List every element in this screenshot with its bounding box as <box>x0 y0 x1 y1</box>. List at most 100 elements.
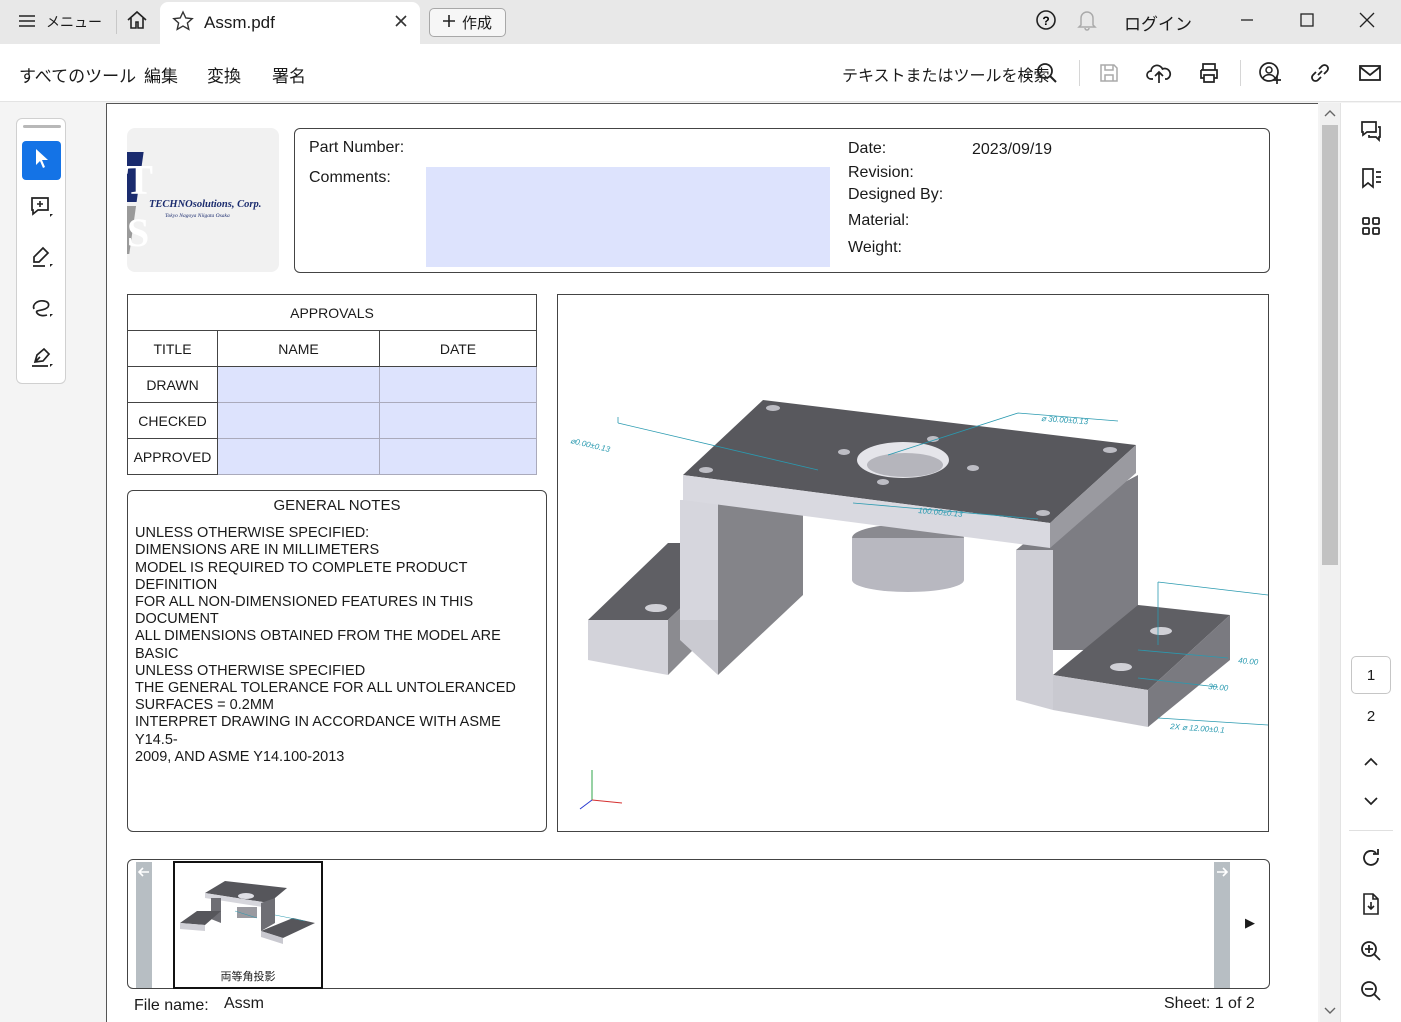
bookmark-list-icon <box>1359 166 1383 195</box>
notes-title: GENERAL NOTES <box>273 497 401 514</box>
drag-handle[interactable] <box>23 125 61 128</box>
divider <box>1079 60 1080 86</box>
help-button[interactable]: ? <box>1032 0 1060 44</box>
logo-letter-s: S <box>127 210 149 255</box>
date-label: Date: <box>848 140 887 157</box>
minimize-button[interactable] <box>1217 0 1277 44</box>
sheet-number: Sheet: 1 of 2 <box>1164 995 1255 1012</box>
scroll-up-icon[interactable] <box>1320 107 1340 121</box>
view-thumbnail[interactable]: 両等角投影 <box>173 861 323 989</box>
zoom-out-button[interactable] <box>1355 977 1387 1009</box>
previous-page-button[interactable] <box>1355 748 1387 780</box>
cursor-arrow-icon <box>33 147 51 174</box>
select-tool-button[interactable] <box>22 141 61 180</box>
draw-tool-button[interactable] <box>22 291 61 330</box>
table-row: CHECKED <box>127 402 537 439</box>
print-icon[interactable] <box>1194 58 1224 88</box>
thumbnails-panel-button[interactable] <box>1355 212 1387 244</box>
next-page-button[interactable] <box>1355 787 1387 819</box>
table-row: APPROVED <box>127 438 537 475</box>
zoom-out-icon <box>1359 979 1383 1008</box>
logo-letter-t: T <box>127 158 153 204</box>
star-icon[interactable] <box>172 9 194 37</box>
menu-all-tools[interactable]: すべてのツール <box>19 62 136 87</box>
checked-date-field[interactable] <box>379 402 537 439</box>
hamburger-icon <box>18 14 36 31</box>
3d-model-drawing: ⌀ 30.00±0.13 ⌀0.00±0.13 100.00±0.13 40.0… <box>570 400 1269 810</box>
menu-label: メニュー <box>46 14 102 30</box>
cloud-upload-icon[interactable] <box>1144 58 1174 88</box>
document-tab[interactable]: Assm.pdf <box>160 2 420 44</box>
designed-by-label: Designed By: <box>848 186 944 203</box>
drawn-name-field[interactable] <box>217 366 380 403</box>
title-block: Part Number: Comments: Date: 2023/09/19 … <box>294 128 1270 273</box>
dimension-label: ⌀ 30.00±0.13 <box>1041 414 1089 426</box>
3d-model-view[interactable]: ⌀ 30.00±0.13 ⌀0.00±0.13 100.00±0.13 40.0… <box>557 294 1269 832</box>
vertical-scrollbar[interactable] <box>1320 103 1340 1022</box>
menu-button[interactable]: メニュー <box>0 0 116 44</box>
right-panel-rail: 1 2 <box>1340 103 1401 1022</box>
rotate-icon <box>1359 846 1383 875</box>
window-close-button[interactable] <box>1337 0 1397 44</box>
comments-panel-button[interactable] <box>1355 117 1387 149</box>
scrollbar-thumb[interactable] <box>1322 125 1338 565</box>
current-page-input[interactable]: 1 <box>1351 656 1391 694</box>
home-icon <box>126 10 148 35</box>
notes-body: UNLESS OTHERWISE SPECIFIED: DIMENSIONS A… <box>135 525 516 765</box>
divider <box>1349 830 1393 831</box>
total-pages: 2 <box>1366 708 1376 725</box>
menu-edit[interactable]: 編集 <box>144 62 178 87</box>
create-button[interactable]: 作成 <box>429 8 506 37</box>
arrow-left-icon <box>137 867 149 877</box>
thumbnail-caption: 両等角投影 <box>220 971 276 983</box>
home-button[interactable] <box>117 0 157 44</box>
close-icon[interactable] <box>394 13 408 33</box>
checked-name-field[interactable] <box>217 402 380 439</box>
view-thumbnail-strip: 両等角投影 ▶ <box>127 859 1270 989</box>
material-label: Material: <box>848 212 910 229</box>
search-icon[interactable] <box>1032 58 1062 88</box>
part-number-label: Part Number: <box>309 139 405 156</box>
comments-label: Comments: <box>309 169 391 186</box>
minimize-icon <box>1240 13 1254 32</box>
comment-icon <box>1359 119 1383 148</box>
scroll-down-icon[interactable] <box>1320 1004 1340 1018</box>
approved-name-field[interactable] <box>217 438 380 475</box>
file-download-icon <box>1359 892 1383 921</box>
link-icon[interactable] <box>1305 58 1335 88</box>
bookmarks-panel-button[interactable] <box>1355 164 1387 196</box>
scroll-right-button[interactable] <box>1214 862 1230 988</box>
notification-button[interactable] <box>1073 0 1101 44</box>
highlight-tool-button[interactable] <box>22 241 61 280</box>
maximize-icon <box>1300 12 1314 32</box>
dimension-label: 30.00 <box>1208 682 1229 693</box>
share-user-icon[interactable] <box>1255 58 1285 88</box>
play-icon[interactable]: ▶ <box>1245 915 1255 931</box>
grid-icon <box>1360 215 1382 242</box>
drawn-date-field[interactable] <box>379 366 537 403</box>
general-notes: GENERAL NOTES UNLESS OTHERWISE SPECIFIED… <box>127 490 547 832</box>
scroll-left-button[interactable] <box>136 862 152 988</box>
email-icon[interactable] <box>1355 58 1385 88</box>
comments-field[interactable] <box>426 167 830 267</box>
company-logo: T S TECHNOsolutions, Corp. Tokyo Nagoya … <box>107 128 279 272</box>
chevron-up-icon <box>1362 755 1380 773</box>
table-row: DRAWN <box>127 366 537 403</box>
zoom-in-button[interactable] <box>1355 937 1387 969</box>
maximize-button[interactable] <box>1277 0 1337 44</box>
page-export-button[interactable] <box>1355 890 1387 922</box>
save-icon[interactable] <box>1094 58 1124 88</box>
menu-convert[interactable]: 変換 <box>207 62 241 87</box>
rotate-button[interactable] <box>1355 844 1387 876</box>
search-tools-label[interactable]: テキストまたはツールを検索 <box>842 62 1050 86</box>
column-header: NAME <box>217 330 380 367</box>
revision-label: Revision: <box>848 164 914 181</box>
freehand-loop-icon <box>29 295 55 326</box>
approved-date-field[interactable] <box>379 438 537 475</box>
approvals-title: APPROVALS <box>127 294 537 331</box>
fill-sign-tool-button[interactable] <box>22 341 61 380</box>
zoom-in-icon <box>1359 939 1383 968</box>
add-comment-tool-button[interactable] <box>22 191 61 230</box>
login-button[interactable]: ログイン <box>1124 0 1192 44</box>
menu-sign[interactable]: 署名 <box>272 62 306 87</box>
